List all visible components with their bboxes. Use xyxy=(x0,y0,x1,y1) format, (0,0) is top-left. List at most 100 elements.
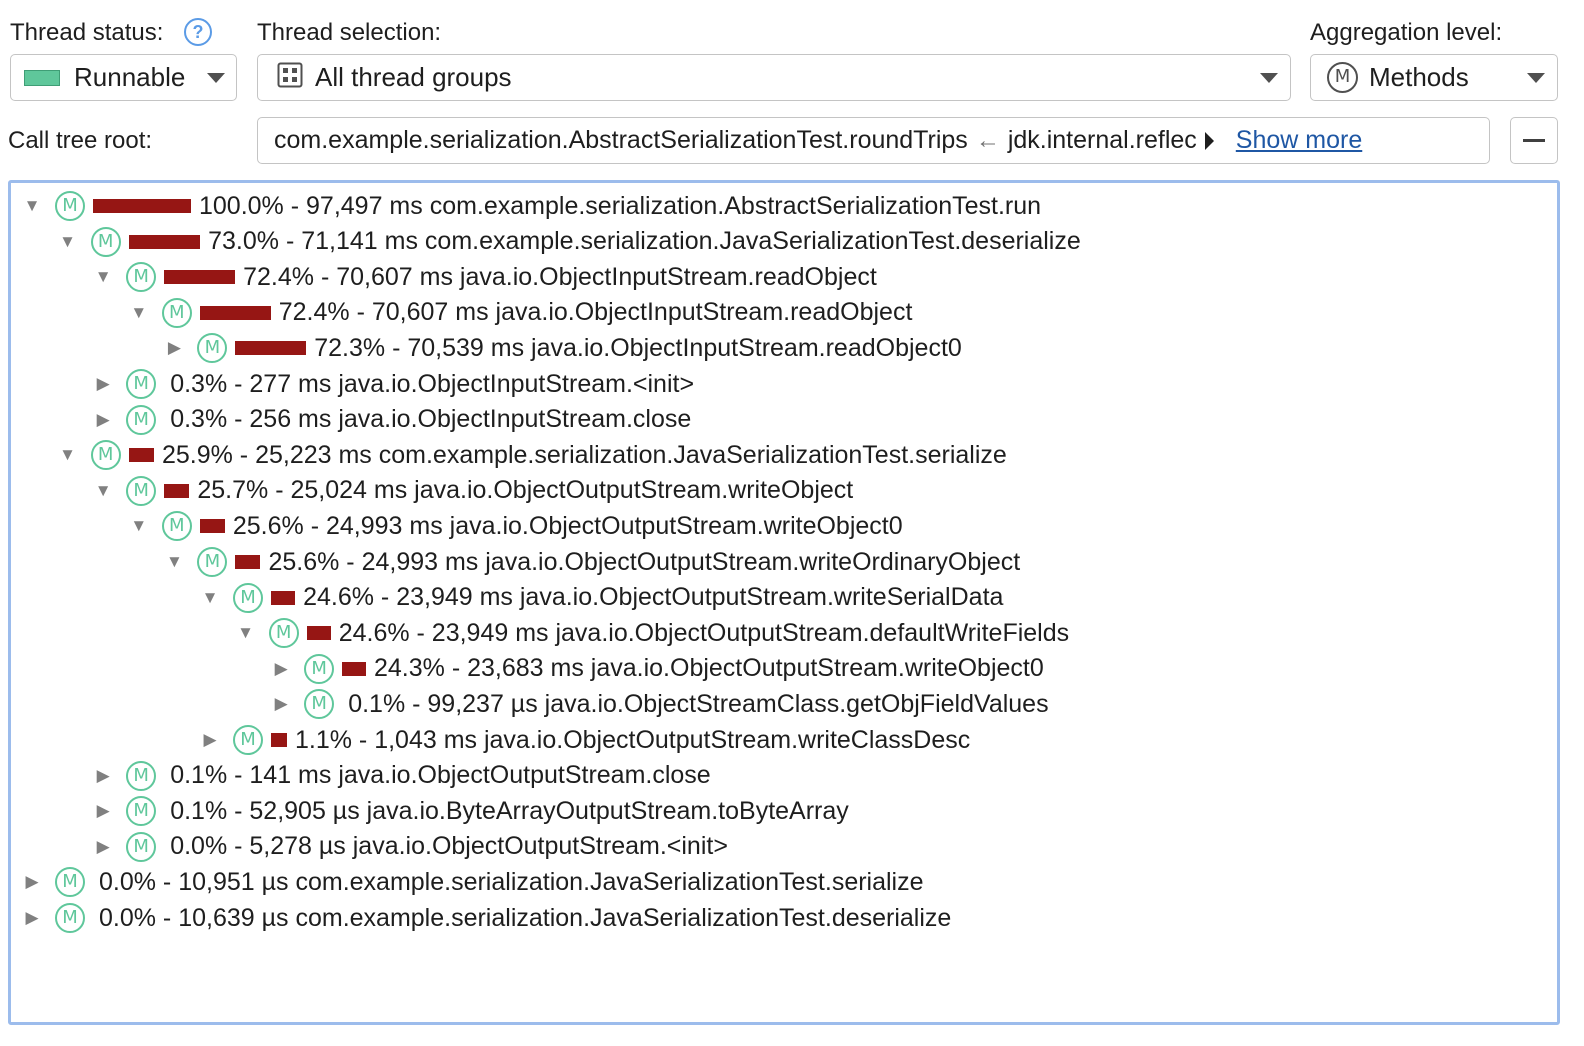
tree-row-label: 72.3% - 70,539 ms java.io.ObjectInputStr… xyxy=(314,333,962,362)
expand-toggle-collapsed[interactable]: ▶ xyxy=(19,908,45,928)
time-bar xyxy=(164,483,190,498)
tree-row-label: 0.3% - 277 ms java.io.ObjectInputStream.… xyxy=(170,369,695,398)
method-icon: M xyxy=(55,867,85,898)
tree-row[interactable]: ▶ M 0.3% - 277 ms java.io.ObjectInputStrea… xyxy=(90,367,694,401)
tree-row-label: 25.7% - 25,024 ms java.io.ObjectOutputSt… xyxy=(197,476,854,505)
tree-row[interactable]: ▶ M 1.1% - 1,043 ms java.io.ObjectOutputSt… xyxy=(197,723,970,757)
tree-row-label: 72.4% - 70,607 ms java.io.ObjectInputStr… xyxy=(243,262,877,291)
tree-row[interactable]: ▼ M 72.4% - 70,607 ms java.io.ObjectInputS… xyxy=(126,296,913,330)
expand-toggle-collapsed[interactable]: ▶ xyxy=(197,730,223,750)
expand-toggle-collapsed[interactable]: ▶ xyxy=(268,659,294,679)
tree-row[interactable]: ▼ M 25.7% - 25,024 ms java.io.ObjectOutput… xyxy=(90,474,853,508)
tree-row[interactable]: ▶ M 0.0% - 10,951 µs com.example.serializa… xyxy=(19,865,924,899)
call-tree-root-label: Call tree root: xyxy=(8,127,153,154)
method-icon: M xyxy=(126,760,157,791)
tree-row-label: 1.1% - 1,043 ms java.io.ObjectOutputStre… xyxy=(295,725,971,754)
tree-row[interactable]: ▶ M 0.0% - 10,639 µs com.example.serializa… xyxy=(19,901,951,935)
expand-toggle-expanded[interactable]: ▼ xyxy=(90,267,116,287)
method-icon: M xyxy=(161,297,192,328)
tree-row-label: 0.0% - 10,639 µs com.example.serializati… xyxy=(99,903,952,932)
tree-row[interactable]: ▶ M 0.1% - 141 ms java.io.ObjectOutputStre… xyxy=(90,759,711,793)
aggregation-level-label: Aggregation level: xyxy=(1310,19,1503,46)
method-icon: M xyxy=(126,796,157,827)
tree-row-label: 0.0% - 5,278 µs java.io.ObjectOutputStre… xyxy=(170,832,728,861)
tree-row[interactable]: ▶ M 0.3% - 256 ms java.io.ObjectInputStrea… xyxy=(90,403,691,437)
tree-row[interactable]: ▼ M 24.6% - 23,949 ms java.io.ObjectOutput… xyxy=(233,616,1070,650)
tree-row[interactable]: ▼ M 25.6% - 24,993 ms java.io.ObjectOutput… xyxy=(161,545,1020,579)
time-bar xyxy=(93,199,191,213)
method-icon: M xyxy=(161,511,192,542)
tree-row[interactable]: ▼ M 25.9% - 25,223 ms com.example.serializ… xyxy=(55,438,1007,472)
tree-row[interactable]: ▶ M 0.0% - 5,278 µs java.io.ObjectOutputSt… xyxy=(90,830,728,864)
time-bar xyxy=(128,448,154,463)
thread-status-label: Thread status: xyxy=(10,19,164,46)
method-icon: M xyxy=(126,404,157,435)
expand-toggle-expanded[interactable]: ▼ xyxy=(161,552,187,572)
expand-toggle-collapsed[interactable]: ▶ xyxy=(268,694,294,714)
expand-toggle-expanded[interactable]: ▼ xyxy=(197,588,223,608)
thread-selection-dropdown[interactable]: All thread groups xyxy=(257,54,1291,101)
time-bar xyxy=(199,519,225,534)
expand-toggle-collapsed[interactable]: ▶ xyxy=(161,338,187,358)
tree-row-label: 25.6% - 24,993 ms java.io.ObjectOutputSt… xyxy=(268,547,1021,576)
tree-row-label: 100.0% - 97,497 ms com.example.serializa… xyxy=(199,191,1042,220)
tree-row[interactable]: ▼ M 24.6% - 23,949 ms java.io.ObjectOutput… xyxy=(197,581,1003,615)
tree-row-label: 25.6% - 24,993 ms java.io.ObjectOutputSt… xyxy=(232,511,903,540)
thread-status-dropdown[interactable]: Runnable xyxy=(10,54,237,101)
tree-row-label: 24.6% - 23,949 ms java.io.ObjectOutputSt… xyxy=(338,618,1070,647)
arrow-left-icon: ← xyxy=(975,126,1000,154)
thread-groups-icon xyxy=(277,62,303,93)
expand-toggle-expanded[interactable]: ▼ xyxy=(19,196,45,216)
expand-toggle-expanded[interactable]: ▼ xyxy=(90,481,116,501)
time-bar xyxy=(235,341,307,356)
expand-toggle-collapsed[interactable]: ▶ xyxy=(90,801,116,821)
tree-row[interactable]: ▶ M 0.1% - 99,237 µs java.io.ObjectStreamC… xyxy=(268,687,1049,721)
call-tree-root-field[interactable]: com.example.serialization.AbstractSerial… xyxy=(257,117,1490,164)
expand-toggle-expanded[interactable]: ▼ xyxy=(55,232,81,252)
expand-toggle-expanded[interactable]: ▼ xyxy=(126,303,152,323)
chevron-down-icon xyxy=(1260,73,1278,83)
method-icon: M xyxy=(197,547,228,577)
tree-row-label: 72.4% - 70,607 ms java.io.ObjectInputStr… xyxy=(278,298,913,327)
tree-row-label: 24.3% - 23,683 ms java.io.ObjectOutputSt… xyxy=(374,654,1044,683)
tree-row[interactable]: ▶ M 24.3% - 23,683 ms java.io.ObjectOutput… xyxy=(268,652,1044,686)
method-icon: M xyxy=(126,475,157,506)
show-more-link[interactable]: Show more xyxy=(1236,126,1362,155)
chevron-down-icon xyxy=(207,73,225,83)
method-icon: M xyxy=(126,831,157,862)
method-icon: M xyxy=(233,582,263,613)
help-icon[interactable]: ? xyxy=(184,18,212,46)
tree-row[interactable]: ▼ M 100.0% - 97,497 ms com.example.seriali… xyxy=(19,189,1041,223)
tree-row[interactable]: ▶ M 72.3% - 70,539 ms java.io.ObjectInputS… xyxy=(161,331,962,365)
tree-row-label: 0.1% - 141 ms java.io.ObjectOutputStream… xyxy=(170,761,711,790)
expand-toggle-collapsed[interactable]: ▶ xyxy=(19,872,45,892)
chevron-right-icon xyxy=(1204,131,1214,150)
tree-row-label: 0.1% - 99,237 µs java.io.ObjectStreamCla… xyxy=(348,689,1049,718)
expand-toggle-collapsed[interactable]: ▶ xyxy=(90,766,116,786)
tree-row-label: 0.0% - 10,951 µs com.example.serializati… xyxy=(99,867,924,896)
time-bar xyxy=(342,661,366,676)
expand-toggle-expanded[interactable]: ▼ xyxy=(126,516,152,536)
expand-toggle-collapsed[interactable]: ▶ xyxy=(90,374,116,394)
aggregation-level-dropdown[interactable]: M Methods xyxy=(1310,54,1558,101)
collapse-button[interactable] xyxy=(1510,117,1558,164)
expand-toggle-expanded[interactable]: ▼ xyxy=(55,445,81,465)
expand-toggle-collapsed[interactable]: ▶ xyxy=(90,410,116,430)
method-icon: M xyxy=(126,369,157,399)
tree-row[interactable]: ▼ M 73.0% - 71,141 ms com.example.serializ… xyxy=(55,225,1081,259)
call-tree-root-next: jdk.internal.reflec xyxy=(1007,126,1197,154)
time-bar xyxy=(164,270,236,285)
method-icon: M xyxy=(1327,62,1358,93)
tree-row[interactable]: ▼ M 25.6% - 24,993 ms java.io.ObjectOutput… xyxy=(126,509,903,543)
tree-row[interactable]: ▶ M 0.1% - 52,905 µs java.io.ByteArrayOutp… xyxy=(90,794,849,828)
call-tree[interactable]: ▼ M 100.0% - 97,497 ms com.example.seriali… xyxy=(8,180,1560,1025)
tree-row-label: 24.6% - 23,949 ms java.io.ObjectOutputSt… xyxy=(303,583,1004,612)
time-bar xyxy=(235,555,261,569)
expand-toggle-expanded[interactable]: ▼ xyxy=(233,623,259,643)
method-icon: M xyxy=(55,191,85,221)
method-icon: M xyxy=(126,262,157,293)
tree-row[interactable]: ▼ M 72.4% - 70,607 ms java.io.ObjectInputS… xyxy=(90,260,877,294)
thread-selection-value: All thread groups xyxy=(315,62,512,92)
tree-row-label: 0.3% - 256 ms java.io.ObjectInputStream.… xyxy=(170,405,692,434)
expand-toggle-collapsed[interactable]: ▶ xyxy=(90,837,116,857)
